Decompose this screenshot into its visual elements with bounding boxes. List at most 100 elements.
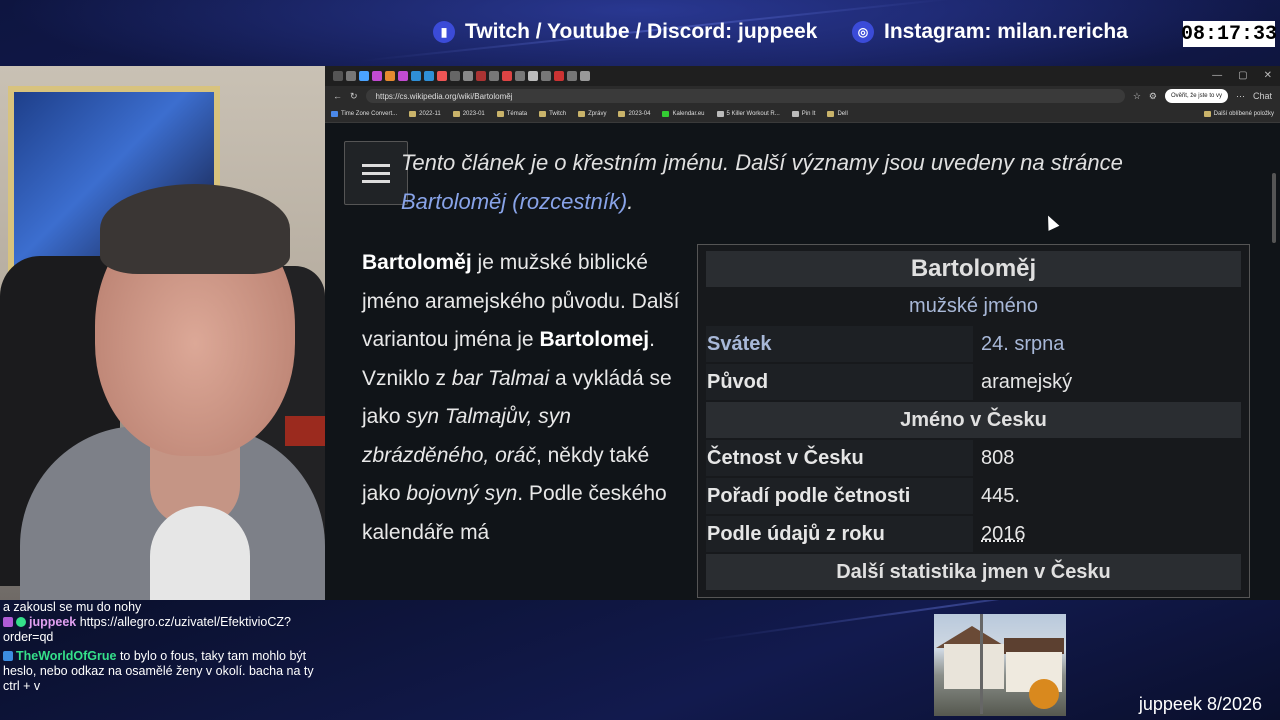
address-bar-row: ← ↻ https://cs.wikipedia.org/wiki/Bartol… xyxy=(325,86,1280,106)
chat-username: TheWorldOfGrue xyxy=(16,649,117,663)
background-object xyxy=(285,416,325,446)
folder-icon xyxy=(578,111,586,117)
hatnote-end: . xyxy=(627,189,634,214)
maximize-icon[interactable]: ▢ xyxy=(1238,70,1247,81)
tree xyxy=(1029,679,1059,709)
extensions-icon[interactable]: ⚙ xyxy=(1149,91,1157,102)
bookmark-item[interactable]: Témata xyxy=(496,111,527,117)
infobox-value[interactable]: 2016 xyxy=(973,523,1241,546)
bookmark-item[interactable]: 2023-01 xyxy=(452,111,485,117)
globe-icon xyxy=(791,111,799,117)
folder-icon xyxy=(539,111,547,117)
tab-icon[interactable] xyxy=(450,71,460,81)
page-scrollbar[interactable] xyxy=(1272,173,1276,243)
social-twitch-text: Twitch / Youtube / Discord: juppeek xyxy=(465,20,818,43)
bookmark-item[interactable]: Dell xyxy=(827,111,848,117)
url-input[interactable]: https://cs.wikipedia.org/wiki/Bartoloměj xyxy=(365,89,1125,103)
more-icon[interactable]: ⋯ xyxy=(1236,91,1245,102)
star-icon[interactable]: ☆ xyxy=(1133,91,1141,102)
table-of-contents-button[interactable] xyxy=(344,141,408,205)
paragraph-italic: bojovný syn xyxy=(406,482,518,505)
person-undershirt xyxy=(150,506,250,600)
tab-icon[interactable] xyxy=(554,71,564,81)
minimize-icon[interactable]: — xyxy=(1212,70,1222,81)
tab-icon[interactable] xyxy=(580,71,590,81)
chat-button[interactable]: Chat xyxy=(1253,91,1272,101)
article-subject: Bartoloměj xyxy=(362,251,472,274)
infobox-title: Bartoloměj xyxy=(706,251,1241,287)
verify-profile-button[interactable]: Ověřit, že jste to vy xyxy=(1164,89,1228,103)
tab-strip[interactable]: — ▢ ✕ xyxy=(325,66,1280,86)
tab-icon[interactable] xyxy=(333,71,343,81)
street-camera-feed xyxy=(934,614,1066,716)
tab-icon[interactable] xyxy=(372,71,382,81)
paragraph-italic: bar Talmai xyxy=(451,366,550,390)
infobox-value[interactable]: 24. srpna xyxy=(973,333,1241,356)
close-icon[interactable]: ✕ xyxy=(1264,70,1272,81)
bookmark-item[interactable]: 2022-11 xyxy=(409,111,441,117)
tab-icon[interactable] xyxy=(424,71,434,81)
social-twitch: ▮ Twitch / Youtube / Discord: juppeek xyxy=(433,20,817,44)
folder-icon xyxy=(496,111,504,117)
tab-icon[interactable] xyxy=(489,71,499,81)
infobox-row: Původ aramejský xyxy=(706,363,1241,401)
reload-icon[interactable]: ↻ xyxy=(350,91,358,102)
tab-icon[interactable] xyxy=(437,71,447,81)
tab-icon[interactable] xyxy=(359,71,369,81)
tab-icon[interactable] xyxy=(385,71,395,81)
bookmark-item[interactable]: 5 Killer Workout R... xyxy=(716,111,780,117)
infobox-value: 445. xyxy=(981,484,1020,507)
infobox-row: Svátek 24. srpna xyxy=(706,325,1241,363)
infobox-row: Pořadí podle četnosti 445. xyxy=(706,477,1241,515)
infobox-subtitle[interactable]: mužské jméno xyxy=(706,287,1241,325)
chat-message: TheWorldOfGrue to bylo o fous, taky tam … xyxy=(0,649,330,694)
menu-icon xyxy=(362,179,390,183)
tab-icon[interactable] xyxy=(502,71,512,81)
disambiguation-link[interactable]: Bartoloměj (rozcestník) xyxy=(401,189,627,214)
bookmark-item[interactable]: Kalendar.eu xyxy=(662,111,705,117)
infobox-value: aramejský xyxy=(981,370,1073,393)
bookmark-item[interactable]: 2023-04 xyxy=(618,111,650,117)
tab-icon[interactable] xyxy=(567,71,577,81)
tab-icon[interactable] xyxy=(515,71,525,81)
menu-icon xyxy=(362,163,390,167)
infobox-row: Četnost v Česku 808 xyxy=(706,439,1241,477)
back-icon[interactable]: ← xyxy=(333,91,342,101)
bookmark-item[interactable]: Time Zone Convert... xyxy=(331,111,397,117)
bookmark-item[interactable]: Zprávy xyxy=(578,111,606,117)
twitch-icon: ▮ xyxy=(433,21,455,43)
bookmark-label: 2022-11 xyxy=(419,111,441,117)
tab-icon[interactable] xyxy=(528,71,538,81)
bookmark-icon xyxy=(662,111,670,117)
tab-icon[interactable] xyxy=(541,71,551,81)
bookmark-label: 2023-04 xyxy=(628,111,651,117)
house xyxy=(944,644,1004,689)
other-bookmarks[interactable]: Další oblíbené položky xyxy=(1203,111,1274,117)
folder-icon xyxy=(618,111,626,117)
chat-text: a zakousl se mu do nohy xyxy=(3,600,142,614)
infobox-row: Podle údajů z roku 2016 xyxy=(706,515,1241,553)
bookmark-label: Twitch xyxy=(549,111,567,117)
infobox-key: Původ xyxy=(706,364,973,400)
tab-icon[interactable] xyxy=(398,71,408,81)
other-bookmarks-label: Další oblíbené položky xyxy=(1213,111,1274,117)
tab-icon[interactable] xyxy=(476,71,486,81)
bookmarks-bar: Time Zone Convert... 2022-11 2023-01 Tém… xyxy=(325,106,1280,123)
lamp-pole xyxy=(980,614,983,714)
stream-clock: 08:17:33 xyxy=(1181,21,1278,47)
bookmark-label: Pin It xyxy=(801,111,816,117)
person-hair xyxy=(100,184,290,274)
mic-badge-icon xyxy=(3,617,13,627)
bookmark-item[interactable]: Pin It xyxy=(791,111,816,117)
webcam-feed xyxy=(0,66,325,600)
bookmark-item[interactable]: Twitch xyxy=(539,111,566,117)
infobox-section-header: Další statistika jmen v Česku xyxy=(706,554,1241,590)
bookmark-label: Zprávy xyxy=(588,111,607,117)
hatnote: Tento článek je o křestním jménu. Další … xyxy=(401,143,1221,221)
tab-icon[interactable] xyxy=(463,71,473,81)
tab-icon[interactable] xyxy=(346,71,356,81)
folder-icon xyxy=(1203,111,1211,117)
infobox-key: Četnost v Česku xyxy=(706,440,973,476)
infobox-key[interactable]: Svátek xyxy=(706,326,973,362)
tab-icon[interactable] xyxy=(411,71,421,81)
